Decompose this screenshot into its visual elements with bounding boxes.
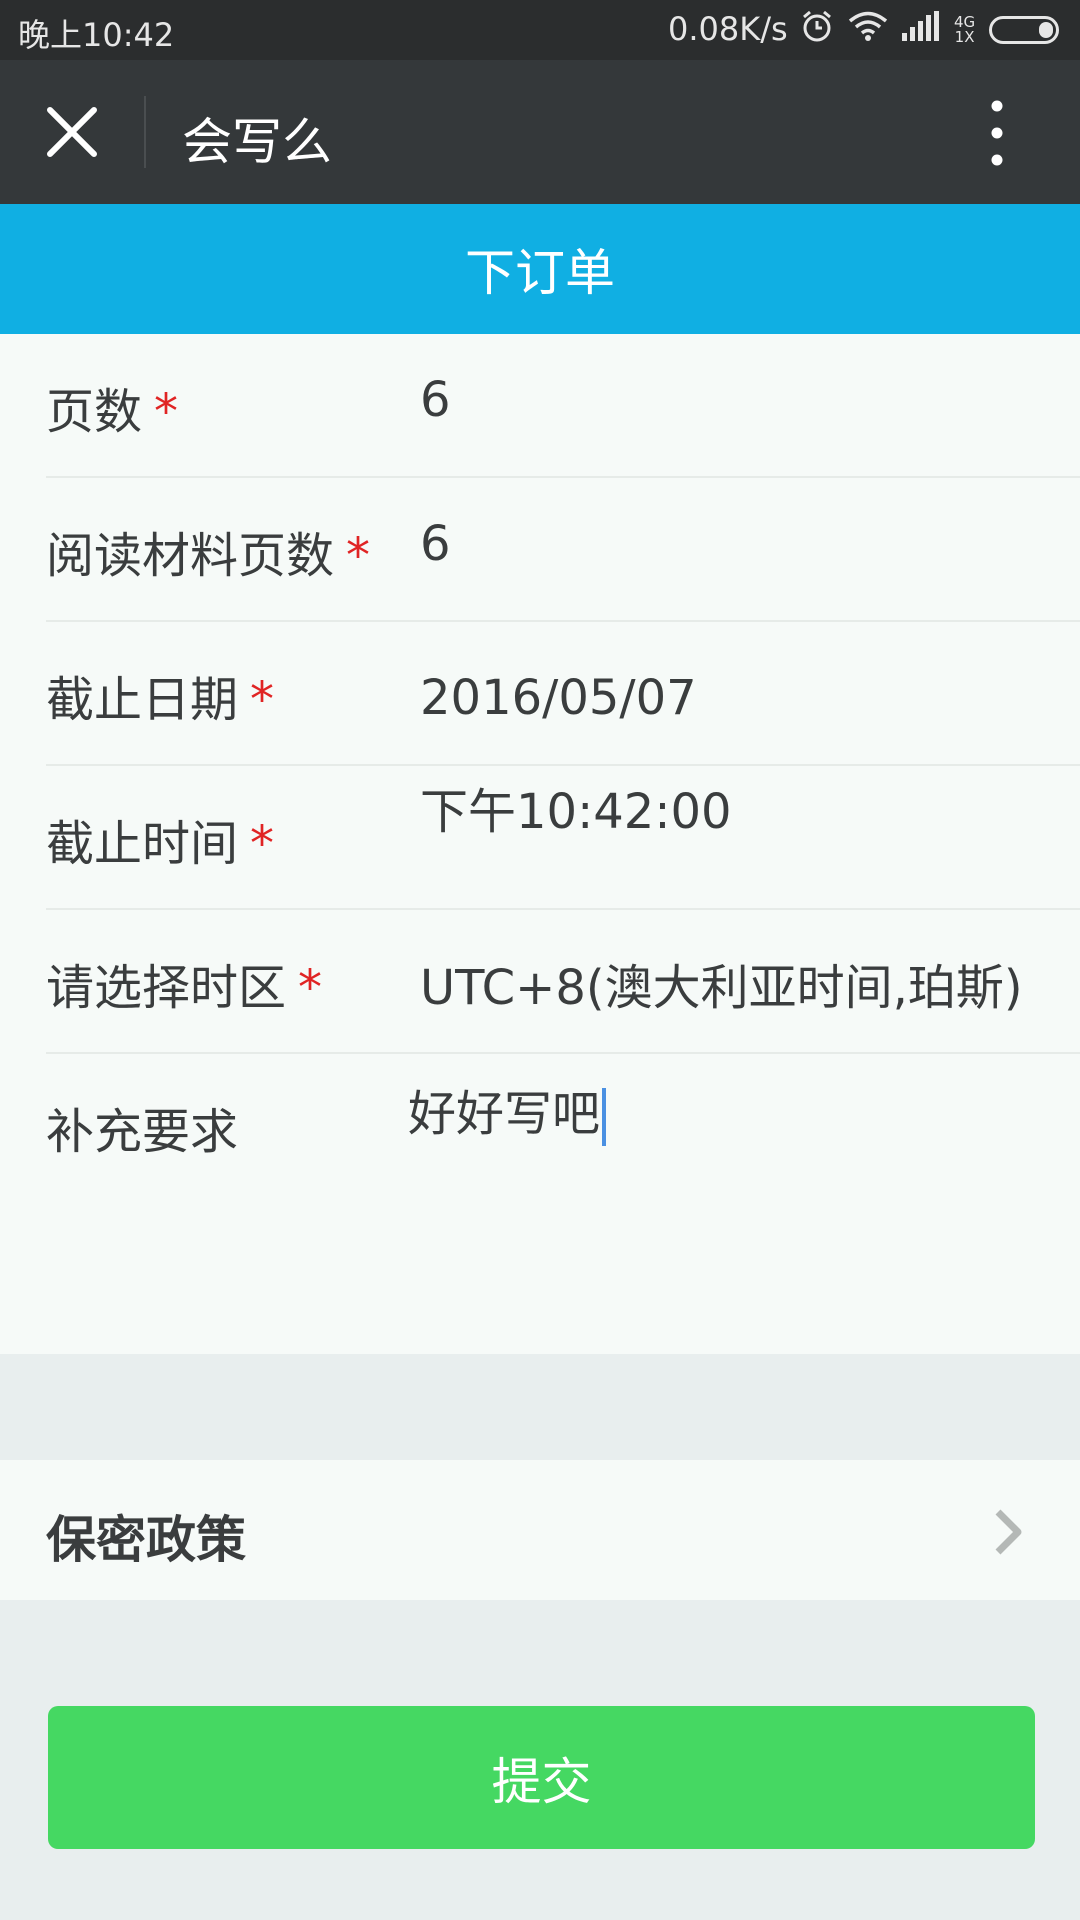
form-row-deadline-date[interactable]: 截止日期 * 2016/05/07 — [46, 622, 1080, 766]
privacy-policy-row[interactable]: 保密政策 — [0, 1460, 1080, 1600]
form-row-deadline-time[interactable]: 截止时间 * 下午10:42:00 — [46, 766, 1080, 910]
status-bar: 晚上10:42 0.08K/s 4G 1X — [0, 0, 1080, 60]
deadline-time-picker[interactable]: 下午10:42:00 — [420, 772, 732, 842]
more-vertical-icon[interactable] — [980, 98, 1014, 168]
signal-icon — [902, 11, 940, 49]
field-label: 截止时间 * — [46, 816, 275, 872]
field-label: 页数 * — [46, 384, 179, 440]
privacy-policy-label: 保密政策 — [46, 1511, 246, 1569]
required-mark: * — [250, 816, 275, 872]
chevron-right-icon — [990, 1508, 1026, 1556]
form-row-notes: 补充要求 好好写吧 — [46, 1054, 1080, 1334]
battery-icon — [989, 16, 1060, 44]
notes-textarea[interactable]: 好好写吧 — [408, 1074, 607, 1146]
required-mark: * — [250, 672, 275, 728]
form-row-pages[interactable]: 页数 * 6 — [46, 334, 1080, 478]
app-title: 会写么 — [182, 113, 332, 171]
alarm-icon — [800, 9, 834, 51]
title-divider — [144, 96, 146, 168]
field-label: 补充要求 — [46, 1104, 239, 1160]
form-row-reading-pages[interactable]: 阅读材料页数 * 6 — [46, 478, 1080, 622]
form-row-timezone[interactable]: 请选择时区 * UTC+8(澳大利亚时间,珀斯) — [46, 910, 1080, 1054]
field-label: 截止日期 * — [46, 672, 275, 728]
reading-pages-input[interactable]: 6 — [420, 516, 451, 572]
wifi-icon — [848, 10, 888, 50]
title-bar: 会写么 — [0, 60, 1080, 204]
network-speed: 0.08K/s — [668, 10, 788, 48]
timezone-select[interactable]: UTC+8(澳大利亚时间,珀斯) — [420, 948, 1023, 1018]
field-label: 阅读材料页数 * — [46, 528, 371, 584]
pages-input[interactable]: 6 — [420, 372, 451, 428]
required-mark: * — [154, 384, 179, 440]
page-title: 下订单 — [465, 244, 615, 302]
network-type: 4G 1X — [954, 13, 976, 46]
required-mark: * — [298, 960, 323, 1016]
status-icons: 4G 1X — [800, 10, 1073, 50]
submit-button[interactable]: 提交 — [48, 1706, 1035, 1849]
deadline-date-picker[interactable]: 2016/05/07 — [420, 670, 697, 726]
page-header: 下订单 — [0, 204, 1080, 334]
required-mark: * — [346, 528, 371, 584]
close-icon[interactable] — [44, 104, 100, 160]
order-form: 页数 * 6 阅读材料页数 * 6 截止日期 * 2016/05/07 截止时间 * 下… — [0, 334, 1080, 1354]
status-time: 晚上10:42 — [18, 16, 175, 54]
field-label: 请选择时区 * — [46, 960, 323, 1016]
text-caret — [602, 1088, 607, 1146]
